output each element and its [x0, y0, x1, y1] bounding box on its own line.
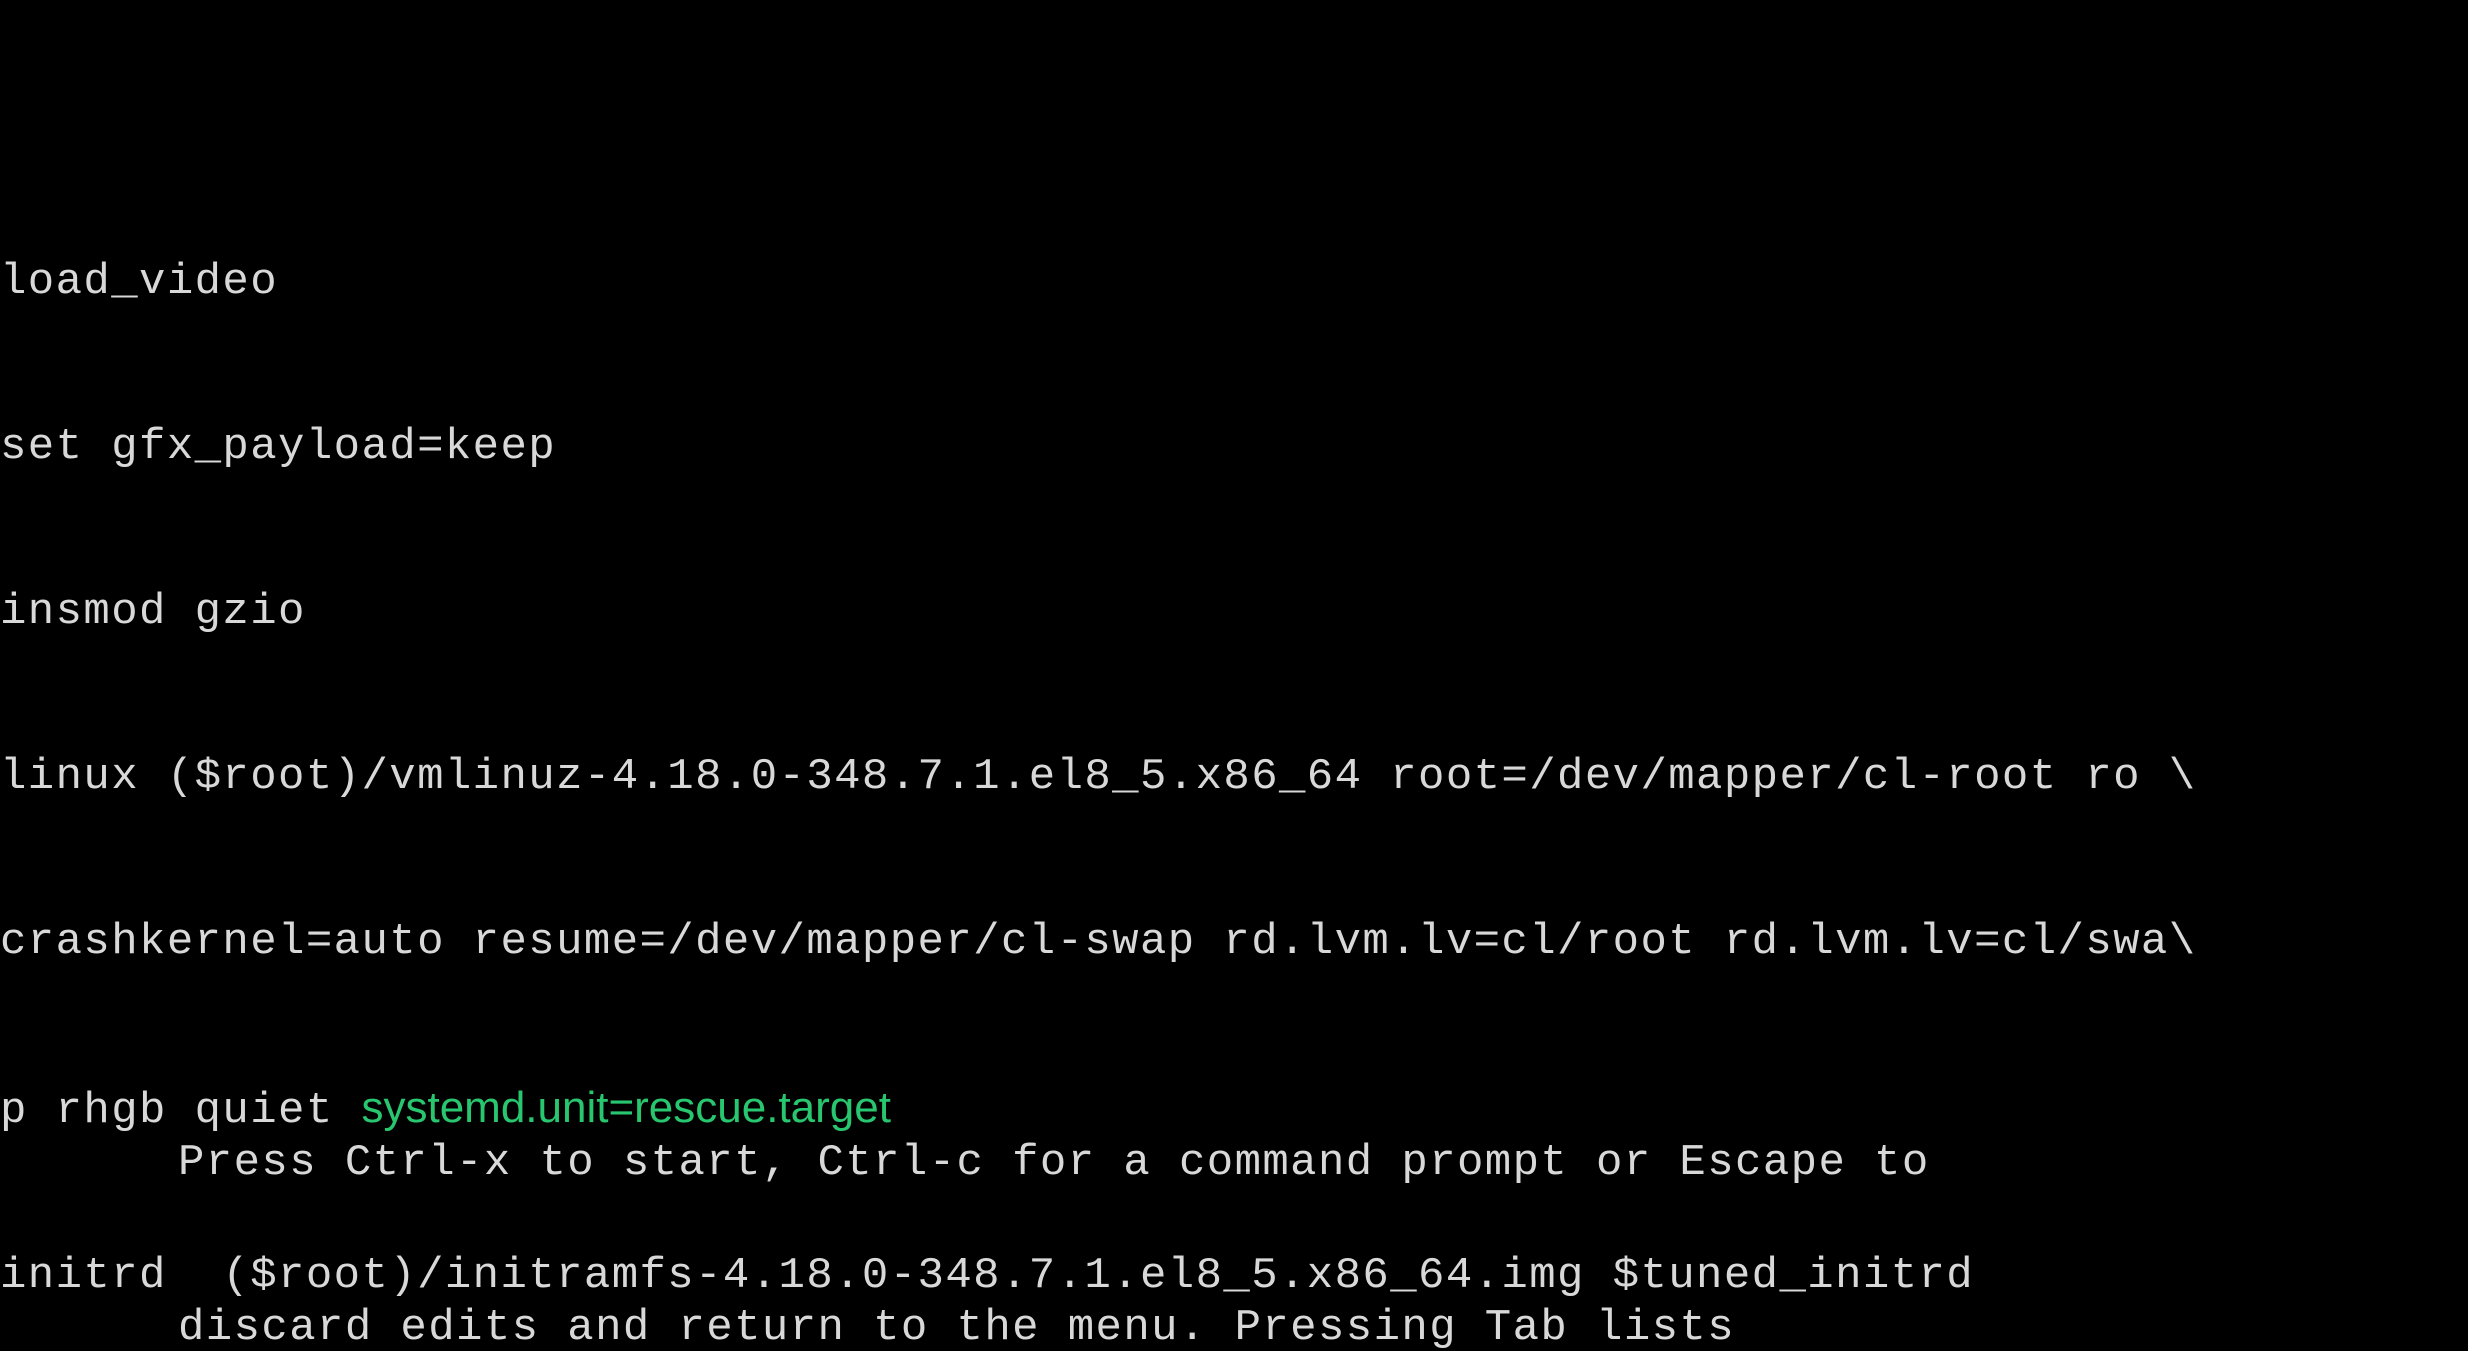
grub-help-text: Press Ctrl-x to start, Ctrl-c for a comm…	[178, 1026, 1930, 1351]
cmd-insmod-gzio: insmod gzio	[0, 585, 2197, 640]
cmd-set-gfx-payload: set gfx_payload=keep	[0, 420, 2197, 475]
help-line-1: Press Ctrl-x to start, Ctrl-c for a comm…	[178, 1136, 1930, 1191]
cmd-linux-kernel-cont1: crashkernel=auto resume=/dev/mapper/cl-s…	[0, 915, 2197, 970]
help-line-2: discard edits and return to the menu. Pr…	[178, 1301, 1930, 1351]
cmd-linux-kernel: linux ($root)/vmlinuz-4.18.0-348.7.1.el8…	[0, 750, 2197, 805]
grub-edit-screen[interactable]: load_video set gfx_payload=keep insmod g…	[0, 0, 2468, 1351]
cmd-load-video: load_video	[0, 255, 2197, 310]
